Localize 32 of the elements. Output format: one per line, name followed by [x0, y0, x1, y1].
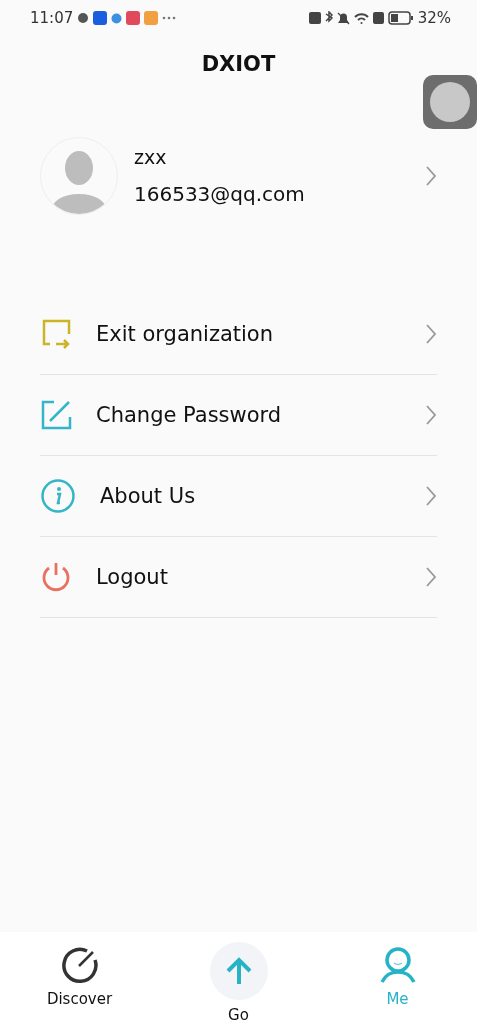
app-icon — [111, 12, 123, 24]
battery-percentage: 32% — [417, 9, 451, 27]
nav-tab[interactable]: Discover — [0, 932, 159, 1032]
more-icon — [162, 16, 177, 20]
info-icon — [40, 478, 76, 514]
gauge-icon — [60, 946, 99, 984]
chevron-right-icon — [425, 485, 437, 507]
page-title: DXIOT — [200, 52, 277, 76]
chevron-right-icon — [425, 323, 437, 345]
chevron-right-icon — [425, 404, 437, 426]
app-icon — [144, 11, 159, 25]
edit-icon — [40, 399, 72, 431]
chevron-right-icon — [425, 165, 437, 187]
chevron-right-icon — [425, 566, 437, 588]
bell-muted-icon — [336, 11, 350, 25]
bluetooth-icon — [324, 11, 333, 25]
power-icon — [40, 561, 72, 593]
app-icon — [126, 11, 141, 25]
menu-item[interactable]: About Us — [40, 456, 437, 537]
person-icon — [378, 946, 417, 984]
app-icon — [93, 11, 108, 25]
nav-tab[interactable]: Go — [159, 932, 318, 1032]
menu-item[interactable]: Logout — [40, 537, 437, 618]
exit-icon — [40, 318, 72, 350]
user-name: zxx — [134, 146, 168, 168]
menu-item[interactable]: Change Password — [40, 375, 437, 456]
wifi-icon — [353, 12, 369, 24]
menu-item[interactable]: Exit organization — [40, 294, 437, 375]
user-email: 166533@qq.com — [134, 182, 306, 206]
floating-assist-button[interactable] — [423, 75, 477, 129]
status-time: 11:07 — [30, 9, 74, 27]
battery-icon — [387, 11, 414, 25]
